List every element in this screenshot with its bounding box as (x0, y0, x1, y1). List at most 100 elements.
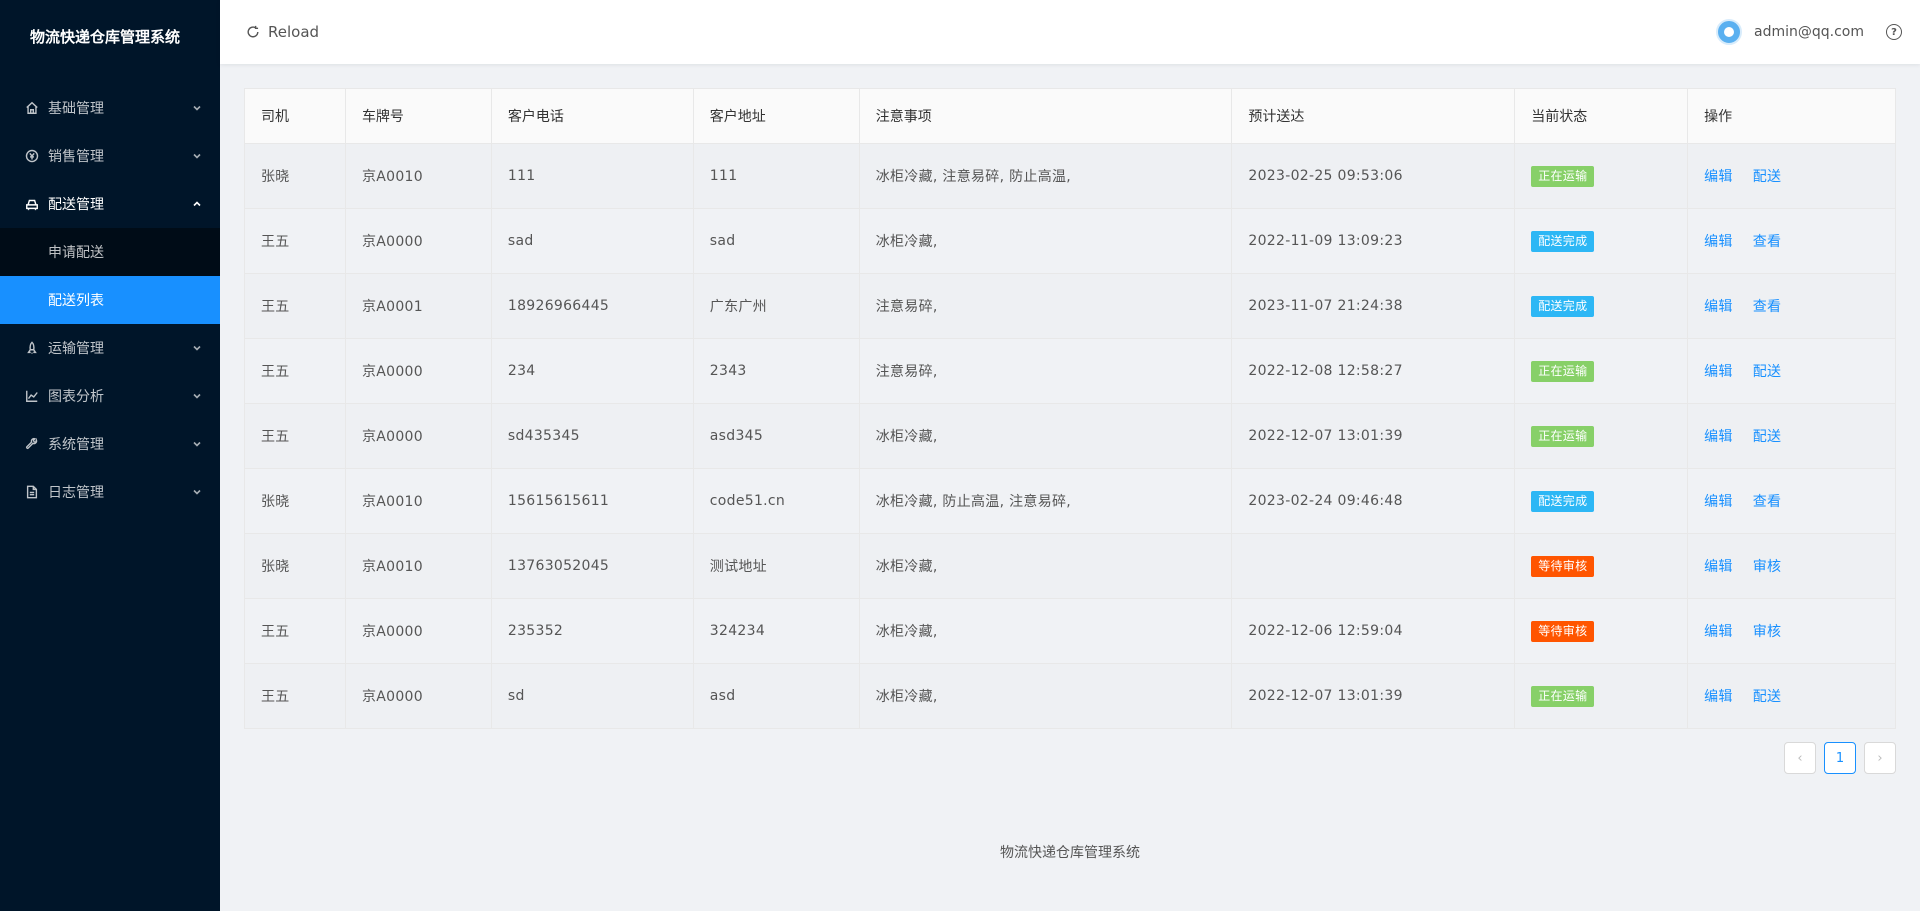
action-link[interactable]: 配送 (1753, 689, 1782, 705)
avatar[interactable] (1716, 19, 1742, 45)
sidebar-item-delivery-list[interactable]: 配送列表 (0, 276, 220, 324)
cell-eta: 2023-02-25 09:53:06 (1231, 143, 1516, 209)
cell-phone: sd (491, 663, 694, 729)
cell-note: 冰柜冷藏, (859, 403, 1233, 469)
column-header-address: 客户地址 (693, 88, 860, 144)
sidebar-item-charts[interactable]: 图表分析 (0, 372, 220, 420)
edit-link[interactable]: 编辑 (1704, 364, 1733, 380)
cell-driver: 王五 (244, 403, 346, 469)
status-badge: 正在运输 (1531, 425, 1595, 447)
cell-phone: 235352 (491, 598, 694, 664)
cell-phone: sad (491, 208, 694, 274)
cell-note: 注意易碎, (859, 273, 1233, 339)
cell-actions: 编辑 审核 (1687, 598, 1896, 664)
cell-phone: 111 (491, 143, 694, 209)
status-badge: 正在运输 (1531, 685, 1595, 707)
cell-driver: 王五 (244, 338, 346, 404)
table-row: 王五 京A0000 sd asd 冰柜冷藏, 2022-12-07 13:01:39 正在运… (244, 663, 1896, 729)
table-row: 王五 京A0000 234 2343 注意易碎, 2022-12-08 12:58:27 正… (244, 338, 1896, 404)
edit-link[interactable]: 编辑 (1704, 169, 1733, 185)
table-row: 张晓 京A0010 15615615611 code51.cn 冰柜冷藏, 防止高温, … (244, 468, 1896, 534)
pagination: ‹ 1 › (1784, 742, 1896, 774)
edit-link[interactable]: 编辑 (1704, 299, 1733, 315)
cell-eta (1231, 533, 1516, 599)
sidebar-item-apply-delivery[interactable]: 申请配送 (0, 228, 220, 276)
cell-driver: 张晓 (244, 143, 346, 209)
next-page-button[interactable]: › (1864, 742, 1896, 774)
reload-button[interactable]: Reload (246, 23, 319, 41)
sidebar-item-system[interactable]: 系统管理 (0, 420, 220, 468)
cell-driver: 王五 (244, 273, 346, 339)
cell-note: 冰柜冷藏, (859, 208, 1233, 274)
sidebar-item-transport[interactable]: 运输管理 (0, 324, 220, 372)
action-link[interactable]: 查看 (1753, 234, 1782, 250)
home-icon (24, 100, 40, 116)
cell-note: 冰柜冷藏, 注意易碎, 防止高温, (859, 143, 1233, 209)
prev-page-button[interactable]: ‹ (1784, 742, 1816, 774)
edit-link[interactable]: 编辑 (1704, 689, 1733, 705)
cell-eta: 2023-02-24 09:46:48 (1231, 468, 1516, 534)
status-badge: 等待审核 (1531, 555, 1595, 577)
sidebar-item-delivery[interactable]: 配送管理 (0, 180, 220, 228)
cell-plate: 京A0010 (345, 533, 492, 599)
cell-address: 324234 (693, 598, 860, 664)
edit-link[interactable]: 编辑 (1704, 624, 1733, 640)
cell-actions: 编辑 配送 (1687, 338, 1896, 404)
page-1-button[interactable]: 1 (1824, 742, 1856, 774)
sidebar-item-logs[interactable]: 日志管理 (0, 468, 220, 516)
line-chart-icon (24, 388, 40, 404)
action-link[interactable]: 配送 (1753, 169, 1782, 185)
cell-phone: sd435345 (491, 403, 694, 469)
reload-icon (247, 25, 259, 38)
user-email[interactable]: admin@qq.com (1754, 24, 1864, 40)
edit-link[interactable]: 编辑 (1704, 234, 1733, 250)
cell-status: 等待审核 (1514, 533, 1689, 599)
cell-actions: 编辑 配送 (1687, 663, 1896, 729)
cell-plate: 京A0000 (345, 403, 492, 469)
cell-address: code51.cn (693, 468, 860, 534)
cell-status: 配送完成 (1514, 468, 1689, 534)
sidebar-item-basic[interactable]: 基础管理 (0, 84, 220, 132)
cell-plate: 京A0001 (345, 273, 492, 339)
table-row: 张晓 京A0010 111 111 冰柜冷藏, 注意易碎, 防止高温, 2023-02-2… (244, 143, 1896, 209)
cell-eta: 2022-11-09 13:09:23 (1231, 208, 1516, 274)
action-link[interactable]: 查看 (1753, 299, 1782, 315)
action-link[interactable]: 审核 (1753, 559, 1782, 575)
cell-note: 冰柜冷藏, (859, 663, 1233, 729)
cell-address: asd (693, 663, 860, 729)
cell-eta: 2022-12-07 13:01:39 (1231, 403, 1516, 469)
sidebar: 物流快递仓库管理系统 基础管理 销售管理 配送管理 申请配送 配送列表 运输管理 (0, 0, 220, 911)
cell-driver: 王五 (244, 598, 346, 664)
reload-label: Reload (268, 23, 320, 41)
cell-note: 注意易碎, (859, 338, 1233, 404)
edit-link[interactable]: 编辑 (1704, 559, 1733, 575)
edit-link[interactable]: 编辑 (1704, 494, 1733, 510)
cell-address: 2343 (693, 338, 860, 404)
chevron-up-icon (192, 199, 202, 209)
rocket-icon (24, 340, 40, 356)
file-icon (24, 484, 40, 500)
chevron-down-icon (192, 343, 202, 353)
action-link[interactable]: 审核 (1753, 624, 1782, 640)
sidebar-item-label: 销售管理 (48, 149, 104, 165)
column-header-plate: 车牌号 (345, 88, 492, 144)
edit-link[interactable]: 编辑 (1704, 429, 1733, 445)
table-body: 张晓 京A0010 111 111 冰柜冷藏, 注意易碎, 防止高温, 2023-02-2… (244, 143, 1896, 729)
cell-note: 冰柜冷藏, 防止高温, 注意易碎, (859, 468, 1233, 534)
action-link[interactable]: 配送 (1753, 364, 1782, 380)
cell-status: 正在运输 (1514, 403, 1689, 469)
table-row: 张晓 京A0010 13763052045 测试地址 冰柜冷藏, 等待审核 编辑 审核 (244, 533, 1896, 599)
help-icon[interactable]: ? (1886, 24, 1902, 40)
header-user-area: admin@qq.com ? (1716, 19, 1902, 45)
table-row: 王五 京A0000 235352 324234 冰柜冷藏, 2022-12-06 12:5… (244, 598, 1896, 664)
cell-plate: 京A0010 (345, 468, 492, 534)
action-link[interactable]: 查看 (1753, 494, 1782, 510)
cell-phone: 234 (491, 338, 694, 404)
cell-actions: 编辑 查看 (1687, 468, 1896, 534)
footer: 物流快递仓库管理系统 (1000, 845, 1140, 861)
table-row: 王五 京A0000 sad sad 冰柜冷藏, 2022-11-09 13:09:23 配送… (244, 208, 1896, 274)
sidebar-item-label: 配送管理 (48, 197, 104, 213)
action-link[interactable]: 配送 (1753, 429, 1782, 445)
sidebar-menu: 基础管理 销售管理 配送管理 申请配送 配送列表 运输管理 图表分析 系统管理 … (0, 84, 220, 516)
sidebar-item-sales[interactable]: 销售管理 (0, 132, 220, 180)
